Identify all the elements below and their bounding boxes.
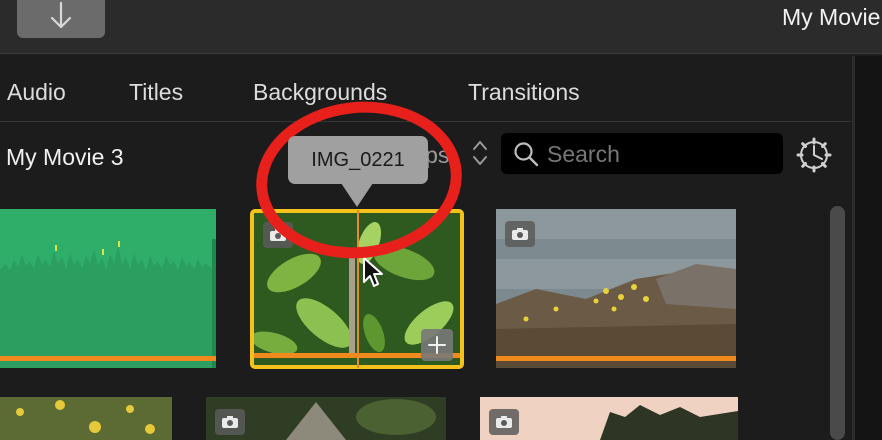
browser-tabs: Audio Titles Backgrounds Transitions [0,56,852,122]
clip-shoreline[interactable] [496,209,736,368]
library-title: My Movie 3 [6,144,124,170]
camera-icon [505,221,535,247]
camera-icon [215,409,245,435]
clip-flowers[interactable] [0,397,172,440]
search-input[interactable] [547,140,767,168]
search-field[interactable] [501,133,783,174]
arrow-down-icon [50,1,72,29]
clip-thumbnail [0,397,172,440]
search-icon [514,142,539,167]
chevron-updown-icon[interactable] [472,138,488,168]
clip-forest-path[interactable] [206,397,446,440]
tooltip-tail [341,183,373,207]
camera-icon [489,409,519,435]
used-range-bar [0,356,216,361]
gear-icon[interactable] [796,137,832,173]
audio-clip[interactable] [0,209,216,368]
clip-name-tooltip: IMG_0221 [288,136,428,184]
used-range-bar [496,356,736,361]
tab-transitions[interactable]: Transitions [468,79,580,106]
tab-titles[interactable]: Titles [129,79,183,106]
mouse-pointer-icon [363,257,383,287]
window-title: My Movie [782,4,881,30]
vertical-scrollbar[interactable] [830,206,845,440]
clip-sunset[interactable] [480,397,738,440]
plus-icon [428,336,446,354]
top-toolbar: My Movie [0,0,882,54]
waveform [0,239,216,368]
tab-audio[interactable]: Audio [7,79,66,106]
import-button[interactable] [17,0,105,38]
timeline-edge [855,56,882,440]
add-clip-button[interactable] [421,329,453,361]
